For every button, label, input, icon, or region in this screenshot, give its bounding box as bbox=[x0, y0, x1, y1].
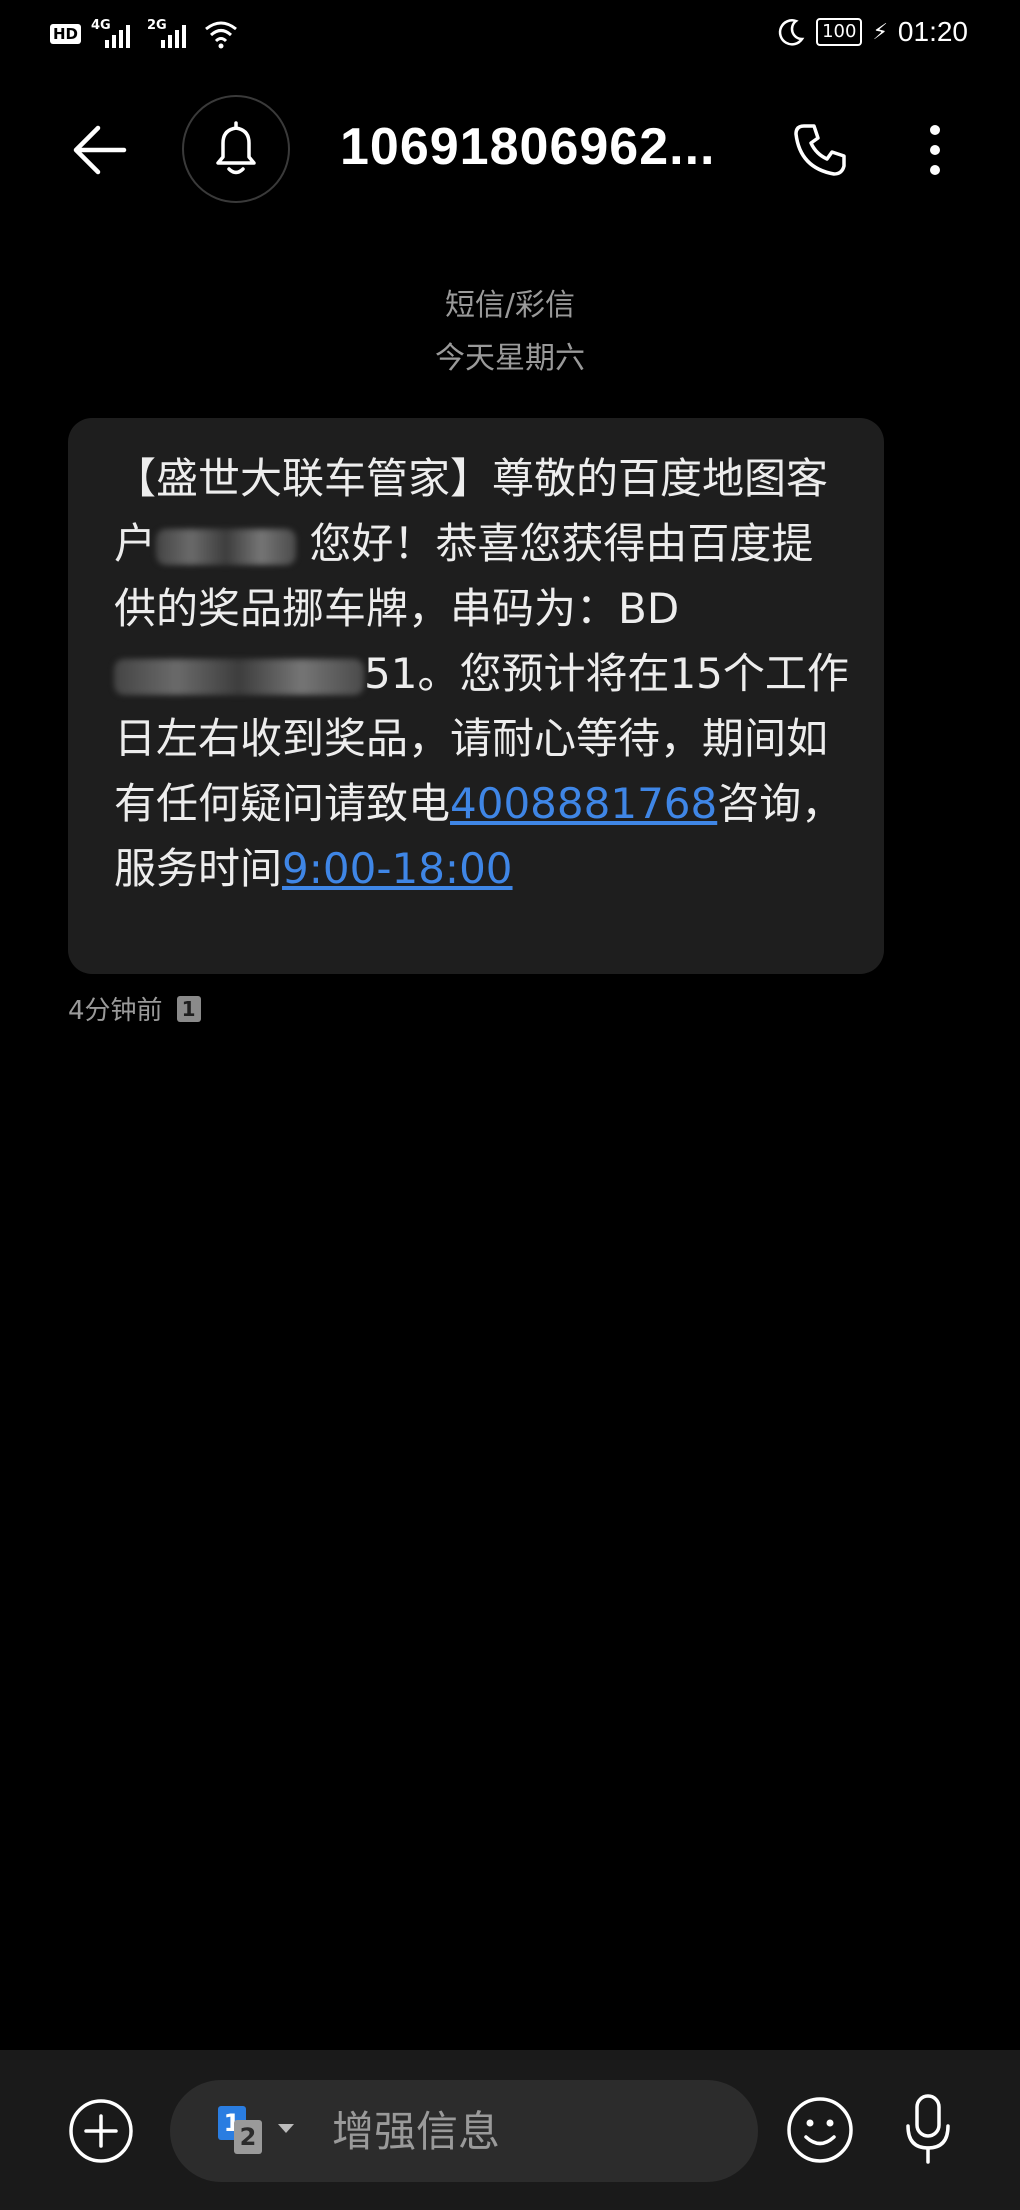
status-time: 01:20 bbox=[897, 16, 968, 47]
chevron-down-icon bbox=[278, 2124, 294, 2133]
bell-icon bbox=[216, 121, 256, 175]
moon-icon bbox=[778, 19, 805, 46]
hd-icon: HD bbox=[50, 24, 82, 44]
sim-selector[interactable]: 1 2 bbox=[218, 2106, 308, 2156]
mic-icon[interactable] bbox=[900, 2090, 956, 2170]
call-button[interactable] bbox=[780, 110, 860, 190]
status-right: 100 ⚡ 01:20 bbox=[776, 16, 968, 48]
phone-number-link[interactable]: 4008881768 bbox=[450, 779, 717, 828]
wifi-icon bbox=[205, 21, 237, 49]
more-options-button[interactable] bbox=[900, 110, 970, 190]
redacted-name bbox=[156, 528, 297, 565]
compose-field[interactable]: 1 2 bbox=[170, 2080, 758, 2182]
sim2-icon: 2 bbox=[234, 2120, 262, 2154]
message-channel-label: 短信/彩信 bbox=[444, 288, 576, 323]
message-time: 4分钟前 bbox=[68, 996, 163, 1026]
sim2-signal-icon: 2G bbox=[147, 18, 193, 50]
status-bar: HD 4G 2G 100 ⚡ 01:20 bbox=[0, 0, 1020, 70]
contact-title[interactable]: 10691806962... bbox=[340, 117, 715, 177]
back-button[interactable] bbox=[60, 110, 140, 190]
composer-bar: 1 2 bbox=[0, 2050, 1020, 2210]
sim1-signal-icon: 4G bbox=[91, 18, 137, 50]
redacted-serial bbox=[114, 658, 364, 695]
emoji-icon[interactable] bbox=[782, 2092, 858, 2168]
back-arrow-icon bbox=[73, 125, 127, 175]
service-hours-link[interactable]: 9:00-18:00 bbox=[282, 844, 513, 893]
notification-toggle-button[interactable] bbox=[182, 95, 290, 203]
message-input[interactable] bbox=[332, 2102, 732, 2160]
plus-icon[interactable] bbox=[66, 2096, 136, 2166]
message-bubble[interactable]: 【盛世大联车管家】尊敬的百度地图客户 您好！恭喜您获得由百度提供的奖品挪车牌，串… bbox=[68, 418, 884, 974]
date-separator: 今天星期六 bbox=[435, 341, 585, 376]
sim-card-icon: 1 bbox=[176, 995, 201, 1022]
battery-icon: 100 bbox=[816, 18, 863, 46]
status-left: HD 4G 2G bbox=[50, 18, 239, 50]
conversation-header: 10691806962... bbox=[0, 85, 1020, 215]
message-meta: 4分钟前 1 bbox=[68, 990, 201, 1027]
message-text: 【盛世大联车管家】尊敬的百度地图客户 您好！恭喜您获得由百度提供的奖品挪车牌，串… bbox=[114, 446, 854, 901]
more-vert-icon bbox=[930, 125, 940, 175]
charging-icon: ⚡ bbox=[872, 19, 888, 45]
phone-icon bbox=[794, 124, 846, 176]
